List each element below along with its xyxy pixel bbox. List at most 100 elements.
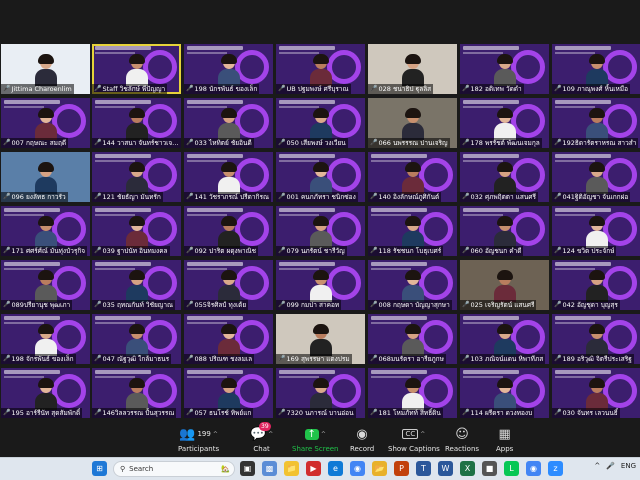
chrome-icon[interactable]: ◉ bbox=[350, 461, 365, 476]
participant-tile[interactable]: 🎤 057 ธนโรช์ ทิพย์แก bbox=[184, 368, 273, 418]
chat-badge: 39 bbox=[259, 422, 271, 431]
participant-tile[interactable]: 🎤 146วิลลวรรณ ปั้นสุวรรณ bbox=[92, 368, 181, 418]
participant-tile[interactable]: 🎤 092 ปาริต ผดุงพาณิช bbox=[184, 206, 273, 256]
excel-icon[interactable]: X bbox=[460, 461, 475, 476]
participant-nameplate: 🎤 035 ฤทณกันท์ วิชัยญาณ bbox=[92, 300, 176, 310]
participant-tile[interactable]: 🎤 033 ไหทิตย์ ชัยอินดี bbox=[184, 98, 273, 148]
participant-tile[interactable]: 🎤 195 อาร์รีนัท สุดสัมพักดิ์ bbox=[1, 368, 90, 418]
participant-tile[interactable]: 🎤 189 อริวุฒิ จิตรีประเสริฐ bbox=[552, 314, 640, 364]
participant-tile[interactable]: 🎤 079 นภรัตน์ ชารีวัญ bbox=[276, 206, 365, 256]
line-icon[interactable]: L bbox=[504, 461, 519, 476]
teams-icon[interactable]: T bbox=[416, 461, 431, 476]
widgets-icon[interactable]: ▩ bbox=[262, 461, 277, 476]
taskbar-search[interactable]: ⚲ Search 🏡 bbox=[113, 461, 235, 477]
reactions-button[interactable]: ☺ Reactions bbox=[445, 425, 479, 454]
participant-name: 039 ฐาปนัท อินทมงคล bbox=[102, 247, 168, 255]
participant-name: 103 ภณิจน์แดน หิพาทีภส bbox=[470, 355, 544, 363]
participant-tile[interactable]: 🎤 008 กฤษดา บัญญาสุกษา bbox=[368, 260, 457, 310]
participant-tile[interactable]: 🎤 089ปรียานุช พุฒเภา bbox=[1, 260, 90, 310]
task-view-icon[interactable]: ▣ bbox=[240, 461, 255, 476]
muted-mic-icon: 🎤 bbox=[94, 85, 102, 92]
background-banner bbox=[463, 154, 519, 158]
participant-tile[interactable]: 🎤 7320 นภารณ์ บานอ่อน bbox=[276, 368, 365, 418]
participant-tile[interactable]: 🎤 001 คนกภัทรา ชนิกซ่อง bbox=[276, 152, 365, 202]
participant-tile[interactable]: 🎤 169 สุพรรษา แตงปรม bbox=[276, 314, 365, 364]
chrome-alt-icon[interactable]: ◉ bbox=[526, 461, 541, 476]
participant-tile[interactable]: 🎤 025 เจริญรัตน์ แสนศรี bbox=[460, 260, 549, 310]
participant-tile[interactable]: 🎤 140 อิงลักษณ์ภูศิกันต์ bbox=[368, 152, 457, 202]
participant-tile[interactable]: 🎤 144 วาสนา จันทร์ชาวเจริญ bbox=[92, 98, 181, 148]
apps-button[interactable]: ▦ Apps bbox=[496, 425, 513, 454]
microphone-icon[interactable]: 🎤 bbox=[606, 462, 615, 470]
participant-video bbox=[35, 324, 57, 356]
participant-nameplate: 🎤 140 อิงลักษณ์ภูศิกันต์ bbox=[368, 192, 442, 202]
participant-tile[interactable]: 🎤 060 อัญชนก คำดี bbox=[460, 206, 549, 256]
edge-icon[interactable]: e bbox=[328, 461, 343, 476]
participant-name: 099 กมปา สาคอท bbox=[286, 301, 340, 309]
chevron-up-icon[interactable]: ^ bbox=[594, 462, 600, 470]
acrobat-icon[interactable]: ▶ bbox=[306, 461, 321, 476]
file-explorer-icon[interactable]: 📁 bbox=[284, 461, 299, 476]
participant-tile[interactable]: 🎤 141 วัชราภรณ์ ปรีดากิรณ bbox=[184, 152, 273, 202]
participant-tile[interactable]: 🎤 Staff วิชลักษ์ พีปัญญา bbox=[92, 44, 181, 94]
share-screen-button[interactable]: ↑ ^ Share Screen bbox=[292, 425, 339, 453]
background-ring-graphic bbox=[603, 212, 637, 246]
muted-mic-icon: 🎤 bbox=[462, 139, 470, 146]
participant-tile[interactable]: 🎤 096 ยงลัทธ กาวรัว bbox=[1, 152, 90, 202]
participant-tile[interactable]: 🎤 066 นพรรรณ ปานเจริญ bbox=[368, 98, 457, 148]
participant-name: 092 ปาริต ผดุงพาณิช bbox=[194, 247, 257, 255]
powerpoint-icon[interactable]: P bbox=[394, 461, 409, 476]
show-captions-button[interactable]: CC ^ Show Captions bbox=[388, 425, 440, 453]
participant-tile[interactable]: 🎤 050 เสียพงษ์ วงเวียน bbox=[276, 98, 365, 148]
muted-mic-icon: 🎤 bbox=[186, 85, 194, 92]
participant-tile[interactable]: 🎤 UB ปฐมพงษ์ ศรีบุราณ bbox=[276, 44, 365, 94]
background-ring-graphic bbox=[327, 266, 361, 300]
participants-button[interactable]: 👥 199 ^ Participants bbox=[178, 425, 219, 454]
app-icon[interactable]: ■ bbox=[482, 461, 497, 476]
background-banner-sub bbox=[4, 376, 44, 378]
background-ring-graphic bbox=[143, 212, 177, 246]
participant-tile[interactable]: 🎤 088 ปริณฑ ชงลมเล bbox=[184, 314, 273, 364]
participant-tile[interactable]: 🎤 035 ฤทณกันท์ วิชัยญาณ bbox=[92, 260, 181, 310]
background-ring-graphic bbox=[419, 266, 453, 300]
participant-tile[interactable]: 🎤 178 พรรัชต์ พัฒนเจมกุล bbox=[460, 98, 549, 148]
participant-tile[interactable]: 🎤 192ธิดารัตราหรณ สาวสำ bbox=[552, 98, 640, 148]
participant-tile[interactable]: 🎤 124 ขวิต ประจักษ์ bbox=[552, 206, 640, 256]
participant-tile[interactable]: 🎤 181 โหมภัทท์ สิทธิ์ดิน bbox=[368, 368, 457, 418]
participant-tile[interactable]: 🎤 121 ชัยธัญา มันทรัก bbox=[92, 152, 181, 202]
participant-tile[interactable]: 🎤 103 ภณิจน์แดน หิพาทีภส bbox=[460, 314, 549, 364]
participant-tile[interactable]: 🎤 039 ฐาปนัท อินทมงคล bbox=[92, 206, 181, 256]
participant-tile[interactable]: 🎤 055จิรศิลป์ ทุงเต้ย bbox=[184, 260, 273, 310]
word-icon[interactable]: W bbox=[438, 461, 453, 476]
windows-start-icon[interactable]: ⊞ bbox=[92, 461, 107, 476]
record-button[interactable]: ◉ Record bbox=[350, 425, 374, 454]
participant-tile[interactable]: 🎤 007 กฤษณะ สมฤดี bbox=[1, 98, 90, 148]
language-indicator[interactable]: ENG bbox=[621, 462, 636, 470]
participant-tile[interactable]: 🎤 047 ณัฐวุฒิ ใกล้มาธนร bbox=[92, 314, 181, 364]
participant-tile[interactable]: 🎤 171 ศศร์ศ์ณ์ มันทุ่งบัวรุกิจ bbox=[1, 206, 90, 256]
participant-tile[interactable]: 🎤 032 ศุภพฤิตตา แสนศรี bbox=[460, 152, 549, 202]
participant-tile[interactable]: 🎤 030 จันทร เลวนนธิ์ bbox=[552, 368, 640, 418]
folder-icon[interactable]: 📂 bbox=[372, 461, 387, 476]
participant-tile[interactable]: 🎤 Jittima Charoenlim bbox=[1, 44, 90, 94]
muted-mic-icon: 🎤 bbox=[278, 247, 286, 254]
participant-nameplate: 🎤 114 ผรีดรา ดวงทองบ bbox=[460, 408, 535, 418]
participant-name: 030 จันทร เลวนนธิ์ bbox=[562, 409, 618, 417]
participant-tile[interactable]: 🎤 198 จักรพันธ์ ของเล็ก bbox=[1, 314, 90, 364]
participant-tile[interactable]: 🎤 198 นักรพันธ์ ของเล็ก bbox=[184, 44, 273, 94]
participant-tile[interactable]: 🎤 182 อดิเทพ วัดดำ bbox=[460, 44, 549, 94]
participant-nameplate: 🎤 198 นักรพันธ์ ของเล็ก bbox=[184, 84, 260, 94]
participant-tile[interactable]: 🎤 041ฐิติอัญชา จันเกกผ่อ bbox=[552, 152, 640, 202]
zoom-icon[interactable]: z bbox=[548, 461, 563, 476]
chat-button[interactable]: 💬 39 ^ Chat bbox=[250, 422, 273, 453]
participant-tile[interactable]: 🎤 099 กมปา สาคอท bbox=[276, 260, 365, 310]
participant-tile[interactable]: 🎤 114 ผรีดรา ดวงทองบ bbox=[460, 368, 549, 418]
participant-tile[interactable]: 🎤 042 อัญชุดา บุญสุร bbox=[552, 260, 640, 310]
participant-nameplate: 🎤 028 ชนาธิป ฐุลลิส bbox=[368, 84, 434, 94]
muted-mic-icon: 🎤 bbox=[370, 85, 378, 92]
participant-tile[interactable]: 🎤 118 รัชชนก โบธุเบศร์ bbox=[368, 206, 457, 256]
participant-tile[interactable]: 🎤 028 ชนาธิป ฐุลลิส bbox=[368, 44, 457, 94]
participant-tile[interactable]: 🎤 109 ภาณุพงศ์ หิ้นเหมือ bbox=[552, 44, 640, 94]
background-ring-graphic bbox=[52, 212, 86, 246]
participant-tile[interactable]: 🎤 068มนรัตรา อารียภูกษ bbox=[368, 314, 457, 364]
